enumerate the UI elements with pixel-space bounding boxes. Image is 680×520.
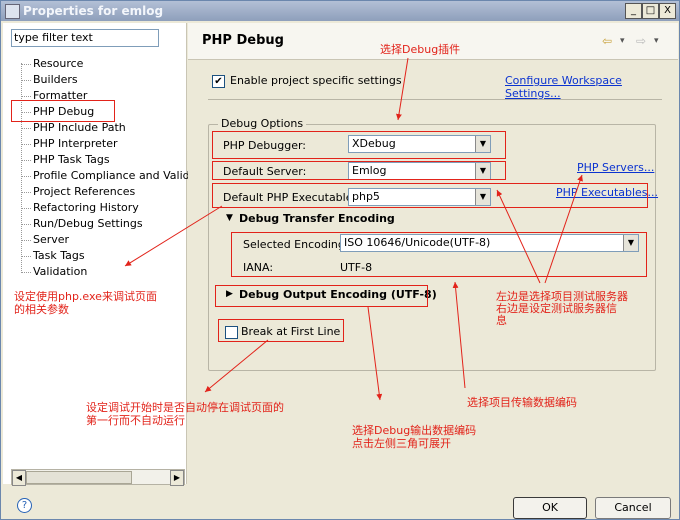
arrow-break [204, 339, 269, 393]
arrow-server-right [544, 174, 583, 284]
note-php-exe-1: 设定使用php.exe来调试页面 [14, 290, 157, 303]
note-php-exe-2: 的相关参数 [14, 303, 69, 316]
note-output-encoding-2: 点击左侧三角可展开 [352, 437, 451, 450]
annotation-arrows [124, 57, 583, 401]
note-break-2: 第一行而不自动运行 [86, 414, 185, 427]
arrow-php-exe [124, 205, 223, 267]
note-output-encoding-1: 选择Debug输出数据编码 [352, 424, 477, 437]
note-break-1: 设定调试开始时是否自动停在调试页面的 [86, 401, 284, 414]
arrow-server-left [496, 189, 541, 284]
note-select-plugin: 选择Debug插件 [380, 43, 461, 56]
arrow-output [367, 306, 383, 401]
note-transfer-encoding: 选择项目传输数据编码 [467, 396, 577, 409]
note-servers-2: 右边是设定测试服务器信 [496, 302, 617, 315]
note-servers-3: 息 [496, 314, 507, 327]
arrow-transfer [452, 281, 466, 389]
arrow-select-plugin [395, 57, 409, 121]
